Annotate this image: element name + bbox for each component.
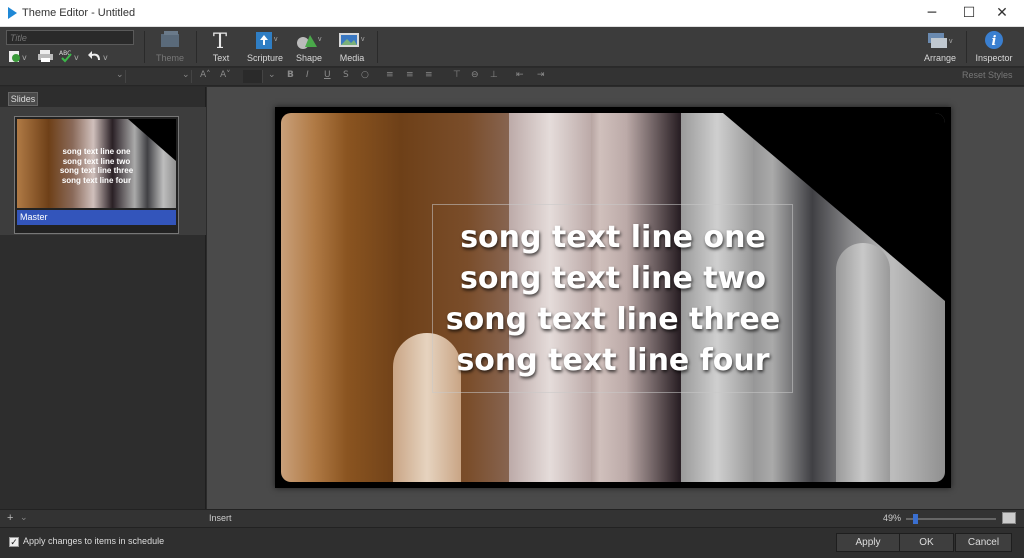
font-style-dropdown[interactable]: ⌄ bbox=[128, 70, 192, 83]
slide-canvas[interactable]: song text line one song text line two so… bbox=[275, 107, 951, 488]
apply-changes-label: Apply changes to items in schedule bbox=[23, 536, 165, 546]
shape-icon: v bbox=[297, 35, 322, 49]
apply-button[interactable]: Apply bbox=[836, 533, 900, 552]
outline-icon[interactable]: ○ bbox=[361, 70, 369, 80]
song-line-4[interactable]: song text line four bbox=[275, 343, 951, 378]
minimize-button[interactable]: ─ bbox=[915, 0, 949, 26]
shadow-button[interactable]: S bbox=[343, 70, 349, 80]
apply-changes-checkbox[interactable]: ✓ bbox=[9, 537, 19, 547]
add-slide-button[interactable]: + bbox=[7, 512, 13, 524]
song-line-3[interactable]: song text line three bbox=[275, 302, 951, 337]
cancel-button[interactable]: Cancel bbox=[955, 533, 1012, 552]
main-toolbar: v ABCv v Theme T Text v Scripture v Shap… bbox=[0, 27, 1024, 67]
font-family-dropdown[interactable]: ⌄ bbox=[4, 70, 126, 83]
title-input[interactable] bbox=[6, 30, 134, 45]
fit-to-window-icon[interactable] bbox=[1002, 512, 1016, 524]
thumbnail-line: song text line three bbox=[59, 166, 134, 175]
svg-text:v: v bbox=[103, 53, 108, 62]
format-toolbar: ⌄ ⌄ A˄ A˅ ⌄ B I U S ○ ≡ ≡ ≡ ⊤ ⊖ ⊥ ⇤ ⇥ Re… bbox=[0, 68, 1024, 86]
indent-icon[interactable]: ⇥ bbox=[537, 70, 545, 80]
text-tool-button[interactable]: T Text bbox=[205, 29, 237, 63]
maximize-button[interactable]: ☐ bbox=[952, 0, 986, 26]
align-left-icon[interactable]: ≡ bbox=[386, 70, 394, 80]
zoom-level: 49% bbox=[883, 513, 902, 523]
song-line-1[interactable]: song text line one bbox=[275, 220, 951, 255]
svg-text:v: v bbox=[361, 36, 365, 43]
scripture-icon: v bbox=[256, 32, 278, 49]
bold-button[interactable]: B bbox=[287, 70, 294, 80]
valign-top-icon[interactable]: ⊤ bbox=[453, 70, 461, 80]
svg-text:v: v bbox=[274, 36, 278, 43]
undo-icon[interactable]: v bbox=[88, 49, 110, 63]
theme-button[interactable]: Theme bbox=[152, 29, 188, 63]
window-title: Theme Editor - Untitled bbox=[22, 7, 136, 19]
font-size-field[interactable] bbox=[243, 70, 263, 83]
slide-thumbnail-image: song text line one song text line two so… bbox=[17, 119, 176, 208]
align-center-icon[interactable]: ≡ bbox=[406, 70, 414, 80]
thumbnail-line: song text line four bbox=[61, 175, 132, 185]
new-item-icon[interactable]: v bbox=[8, 49, 30, 63]
svg-text:v: v bbox=[74, 53, 79, 62]
slides-sidebar: Slides song text line one song text line… bbox=[0, 87, 206, 509]
info-icon: i bbox=[985, 31, 1003, 49]
chevron-down-icon[interactable]: ⌄ bbox=[20, 512, 28, 523]
zoom-slider[interactable] bbox=[906, 514, 996, 524]
text-icon: T bbox=[213, 29, 227, 51]
chevron-down-icon: ⌄ bbox=[116, 70, 124, 80]
scripture-tool-button[interactable]: v Scripture bbox=[244, 29, 286, 63]
inspector-button[interactable]: i Inspector bbox=[972, 29, 1016, 63]
arrange-icon: v bbox=[928, 33, 953, 48]
font-size-down-icon[interactable]: A˅ bbox=[220, 70, 231, 80]
outdent-icon[interactable]: ⇤ bbox=[516, 70, 524, 80]
media-tool-button[interactable]: v Media bbox=[335, 29, 369, 63]
svg-text:v: v bbox=[318, 36, 322, 43]
svg-text:T: T bbox=[213, 29, 227, 51]
close-window-button[interactable]: ✕ bbox=[985, 0, 1019, 26]
spell-check-icon[interactable]: ABC v bbox=[59, 49, 81, 63]
app-logo-icon bbox=[8, 7, 17, 19]
arrange-button[interactable]: v Arrange bbox=[921, 29, 959, 63]
dialog-footer: ✓ Apply changes to items in schedule App… bbox=[0, 527, 1024, 558]
shape-tool-button[interactable]: v Shape bbox=[292, 29, 326, 63]
align-right-icon[interactable]: ≡ bbox=[425, 70, 433, 80]
song-line-2[interactable]: song text line two bbox=[275, 261, 951, 296]
ok-button[interactable]: OK bbox=[899, 533, 954, 552]
title-bar: Theme Editor - Untitled ─ ☐ ✕ bbox=[0, 0, 1024, 27]
valign-bottom-icon[interactable]: ⊥ bbox=[490, 70, 498, 80]
svg-text:i: i bbox=[992, 34, 997, 49]
font-size-icon[interactable]: A˄ bbox=[200, 70, 211, 80]
svg-text:v: v bbox=[22, 53, 27, 62]
chevron-down-icon: ⌄ bbox=[182, 70, 190, 80]
svg-text:v: v bbox=[949, 38, 953, 45]
italic-button[interactable]: I bbox=[306, 70, 309, 80]
chevron-down-icon[interactable]: ⌄ bbox=[268, 70, 276, 80]
slide-list: song text line one song text line two so… bbox=[0, 107, 206, 235]
zoom-slider-handle[interactable] bbox=[913, 514, 918, 524]
slide-caption: Master bbox=[17, 210, 176, 225]
slide-thumbnail-master[interactable]: song text line one song text line two so… bbox=[14, 116, 179, 234]
editor-canvas-area: song text line one song text line two so… bbox=[207, 87, 1024, 509]
print-icon[interactable] bbox=[37, 49, 55, 63]
insert-mode-label: Insert bbox=[209, 513, 232, 523]
thumbnail-line: song text line two bbox=[62, 156, 131, 166]
thumbnail-line: song text line one bbox=[62, 147, 131, 156]
status-bar: + ⌄ Insert 49% bbox=[0, 509, 1024, 527]
reset-styles-button[interactable]: Reset Styles bbox=[962, 70, 1013, 80]
media-icon: v bbox=[339, 33, 365, 47]
valign-middle-icon[interactable]: ⊖ bbox=[471, 70, 479, 80]
underline-button[interactable]: U bbox=[324, 70, 331, 80]
tab-slides[interactable]: Slides bbox=[8, 92, 38, 106]
theme-icon bbox=[161, 31, 179, 47]
